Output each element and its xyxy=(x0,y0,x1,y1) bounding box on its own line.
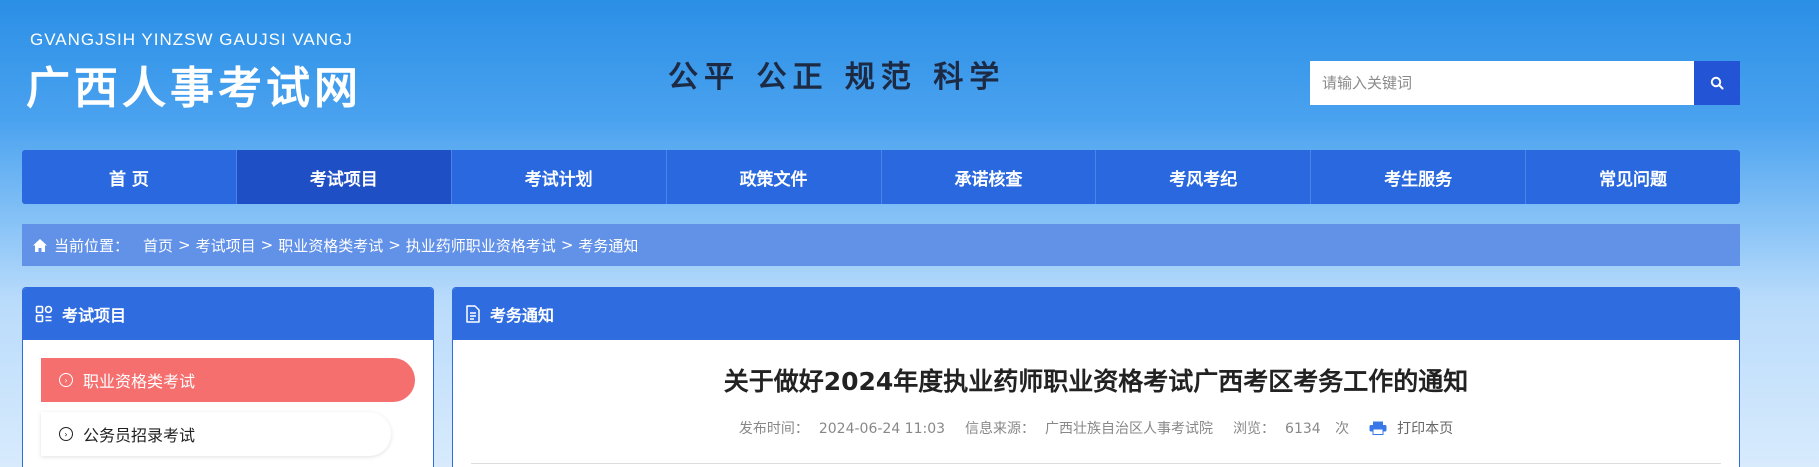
publish-label: 发布时间： xyxy=(738,421,809,437)
info-source: 信息来源： 广西壮族自治区人事考试院 xyxy=(960,418,1218,438)
menu-item-qualification-exams[interactable]: › 职业资格类考试 xyxy=(41,358,415,402)
nav-item-candidate-services[interactable]: 考生服务 xyxy=(1311,150,1527,204)
breadcrumb-link-home[interactable]: 首页 xyxy=(143,235,173,256)
breadcrumb-separator: > xyxy=(260,236,274,254)
nav-item-faq[interactable]: 常见问题 xyxy=(1526,150,1740,204)
breadcrumb-link-pharmacist-exam[interactable]: 执业药师职业资格考试 xyxy=(406,235,556,256)
views-unit: 次 xyxy=(1335,421,1350,437)
menu-item-civil-service-exams[interactable]: › 公务员招录考试 xyxy=(41,412,391,456)
search-input[interactable] xyxy=(1310,61,1694,105)
nav-item-commitment-check[interactable]: 承诺核查 xyxy=(882,150,1097,204)
publish-value: 2024-06-24 11:03 xyxy=(818,421,946,437)
panel-header: 考试项目 xyxy=(23,288,433,340)
exam-projects-panel: 考试项目 › 职业资格类考试 › 公务员招录考试 xyxy=(22,287,434,467)
notice-panel: 考务通知 关于做好2024年度执业药师职业资格考试广西考区考务工作的通知 发布时… xyxy=(452,287,1740,467)
view-count: 浏览： 6134 次 xyxy=(1228,418,1354,438)
breadcrumb-link-exam-notice[interactable]: 考务通知 xyxy=(578,235,638,256)
site-slogan: 公平 公正 规范 科学 xyxy=(668,60,1006,95)
panel-header: 考务通知 xyxy=(453,288,1739,340)
print-button[interactable]: 打印本页 xyxy=(1364,418,1458,438)
site-logo[interactable]: 广西人事考试网 xyxy=(26,52,362,116)
document-icon xyxy=(465,305,481,323)
nav-item-exam-plan[interactable]: 考试计划 xyxy=(452,150,667,204)
exam-category-menu: › 职业资格类考试 › 公务员招录考试 xyxy=(23,340,433,456)
chevron-right-icon: › xyxy=(59,427,73,441)
article-meta: 发布时间： 2024-06-24 11:03 信息来源： 广西壮族自治区人事考试院 … xyxy=(453,418,1739,438)
grid-icon xyxy=(35,305,53,323)
search-button[interactable] xyxy=(1694,61,1740,105)
search-icon xyxy=(1710,76,1724,90)
nav-item-exam-projects[interactable]: 考试项目 xyxy=(236,150,452,204)
chevron-right-icon: › xyxy=(59,373,73,387)
views-value: 6134 xyxy=(1285,421,1321,437)
publish-time: 发布时间： 2024-06-24 11:03 xyxy=(734,418,950,438)
main-nav: 首 页 考试项目 考试计划 政策文件 承诺核查 考风考纪 考生服务 常见问题 xyxy=(22,150,1740,204)
breadcrumb-link-exam-projects[interactable]: 考试项目 xyxy=(196,235,256,256)
article-title: 关于做好2024年度执业药师职业资格考试广西考区考务工作的通知 xyxy=(723,367,1469,396)
menu-item-label: 职业资格类考试 xyxy=(83,372,196,391)
search-box xyxy=(1310,61,1740,105)
menu-item-label: 公务员招录考试 xyxy=(83,426,196,445)
printer-icon xyxy=(1369,421,1387,435)
views-label: 浏览： xyxy=(1233,421,1276,437)
home-icon xyxy=(32,238,48,253)
source-value: 广西壮族自治区人事考试院 xyxy=(1045,421,1214,437)
logo-subtitle: GVANGJSIH YINZSW GAUJSI VANGJ xyxy=(30,30,353,49)
divider xyxy=(471,463,1721,464)
breadcrumb-separator: > xyxy=(178,236,191,254)
nav-item-home[interactable]: 首 页 xyxy=(22,150,237,204)
panel-title: 考务通知 xyxy=(490,306,555,325)
breadcrumb: 当前位置： 首页 > 考试项目 > 职业资格类考试 > 执业药师职业资格考试 >… xyxy=(22,224,1740,266)
breadcrumb-separator: > xyxy=(388,236,401,254)
breadcrumb-separator: > xyxy=(560,236,574,254)
panel-title: 考试项目 xyxy=(62,306,127,325)
breadcrumb-link-qualification-exams[interactable]: 职业资格类考试 xyxy=(278,235,383,256)
breadcrumb-label: 当前位置： xyxy=(54,236,130,255)
print-label: 打印本页 xyxy=(1397,421,1454,437)
nav-item-exam-discipline[interactable]: 考风考纪 xyxy=(1096,150,1312,204)
source-label: 信息来源： xyxy=(965,421,1036,437)
nav-item-policy-docs[interactable]: 政策文件 xyxy=(667,150,882,204)
